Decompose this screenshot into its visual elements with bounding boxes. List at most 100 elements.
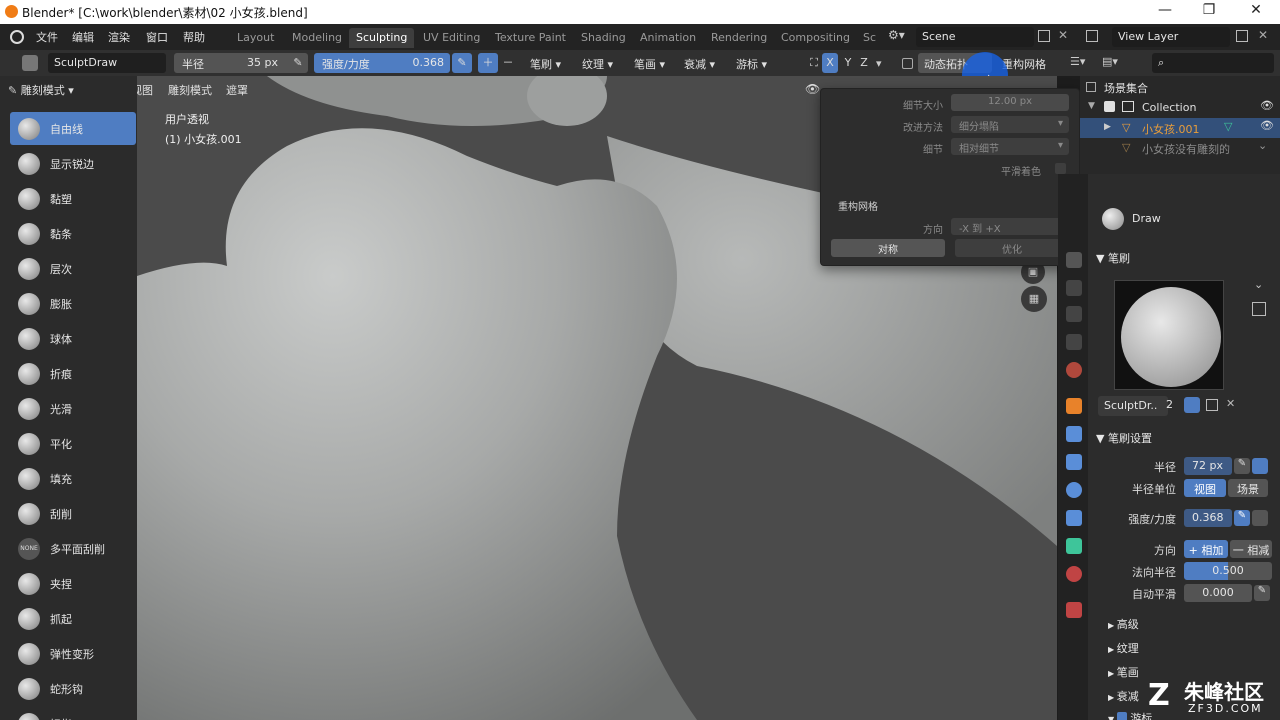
tool-smooth[interactable]: 光滑 xyxy=(10,392,136,425)
object-tab-icon[interactable] xyxy=(1066,398,1082,414)
menu-help[interactable]: 帮助 xyxy=(183,29,205,45)
axis-z-toggle[interactable]: Z xyxy=(856,53,872,73)
maximize-button[interactable]: ❐ xyxy=(1189,2,1229,18)
outliner-search-input[interactable]: ⌕ xyxy=(1152,53,1274,73)
tab-uv-editing[interactable]: UV Editing xyxy=(416,28,487,48)
texture-dropdown[interactable]: 纹理 ▾ xyxy=(576,53,619,73)
particles-tab-icon[interactable] xyxy=(1066,454,1082,470)
world-tab-icon[interactable] xyxy=(1066,362,1082,378)
radius-unit-view[interactable]: 视图 xyxy=(1184,479,1226,497)
cursor-dropdown[interactable]: 游标 ▾ xyxy=(730,53,773,73)
collection-row[interactable]: ▼ Collection 👁 xyxy=(1080,98,1280,118)
tab-rendering[interactable]: Rendering xyxy=(704,28,774,48)
tool-crease[interactable]: 折痕 xyxy=(10,357,136,390)
tab-compositing[interactable]: Compositing xyxy=(774,28,857,48)
auto-smooth-slider[interactable]: 0.000 xyxy=(1184,584,1252,602)
new-scene-icon[interactable] xyxy=(1038,30,1050,42)
tool-multiplane-scrape[interactable]: NONE 多平面刮削 xyxy=(10,532,136,565)
tab-scripting[interactable]: Sc xyxy=(856,28,883,48)
remove-scene-icon[interactable]: ✕ xyxy=(1058,28,1068,42)
tool-clay-strips[interactable]: 黏条 xyxy=(10,217,136,250)
material-tab-icon[interactable] xyxy=(1066,566,1082,582)
cursor-section[interactable]: ▼ 游标 xyxy=(1108,710,1152,720)
stroke-dropdown[interactable]: 笔画 ▾ xyxy=(628,53,671,73)
viewport-menu-sculpt[interactable]: 雕刻模式 xyxy=(168,82,212,98)
render-tab-icon[interactable] xyxy=(1066,280,1082,296)
view-layer-selector[interactable]: View Layer xyxy=(1112,27,1230,47)
outliner-item[interactable]: ▽ 小女孩没有雕刻的 ⌄ xyxy=(1080,138,1280,158)
output-tab-icon[interactable] xyxy=(1066,306,1082,322)
radius-pressure-icon[interactable]: ✎ xyxy=(288,53,308,73)
constraints-tab-icon[interactable] xyxy=(1066,510,1082,526)
object-visibility-icon[interactable]: 👁 xyxy=(1260,119,1274,132)
tool-draw[interactable]: 自由线 xyxy=(10,112,136,145)
new-view-layer-icon[interactable] xyxy=(1236,30,1248,42)
tab-texture-paint[interactable]: Texture Paint xyxy=(488,28,573,48)
viewport-menu-view[interactable]: 视图 xyxy=(137,82,153,98)
outliner-display-mode-icon[interactable]: ▤▾ xyxy=(1102,55,1118,68)
symmetry-icon[interactable]: ⛶ xyxy=(804,53,824,73)
optimize-button[interactable]: 优化 xyxy=(955,239,1069,257)
menu-render[interactable]: 渲染 xyxy=(108,29,130,45)
data-tab-icon[interactable] xyxy=(1066,538,1082,554)
menu-file[interactable]: 文件 xyxy=(36,29,58,45)
radius-pressure-icon[interactable]: ✎ xyxy=(1234,458,1250,474)
chevron-down-icon[interactable]: ⌄ xyxy=(1258,139,1267,152)
unlink-brush-icon[interactable]: ✕ xyxy=(1226,397,1235,410)
brush-settings-header[interactable]: ▼ 笔刷设置 xyxy=(1096,430,1152,446)
duplicate-brush-icon[interactable] xyxy=(1206,399,1218,411)
ortho-toggle-icon[interactable]: ▦ xyxy=(1021,286,1047,312)
advanced-section[interactable]: ▶ 高级 xyxy=(1108,616,1139,632)
expand-arrow-icon[interactable]: ▶ xyxy=(1104,122,1111,132)
strength-field[interactable]: 0.368 xyxy=(1184,509,1232,527)
strength-pressure-icon[interactable]: ✎ xyxy=(452,53,472,73)
outliner-item-active[interactable]: ▶ ▽ 小女孩.001 ▽ 👁 xyxy=(1080,118,1280,138)
normal-radius-slider[interactable]: 0.500 xyxy=(1184,562,1272,580)
blender-menu-icon[interactable] xyxy=(10,30,24,44)
menu-window[interactable]: 窗口 xyxy=(146,29,168,45)
dyntopo-checkbox[interactable] xyxy=(902,58,913,69)
radius-unified-icon[interactable] xyxy=(1252,458,1268,474)
physics-tab-icon[interactable] xyxy=(1066,482,1082,498)
collection-checkbox[interactable] xyxy=(1104,101,1115,112)
symmetrize-button[interactable]: 对称 xyxy=(831,239,945,257)
falloff-dropdown[interactable]: 衰减 ▾ xyxy=(678,53,721,73)
outliner-editor-type-icon[interactable]: ☰▾ xyxy=(1070,55,1085,68)
tool-snake-hook[interactable]: 蛇形钩 xyxy=(10,672,136,705)
refine-method-select[interactable]: 细分塌陷 ▾ xyxy=(951,116,1069,133)
close-button[interactable]: ✕ xyxy=(1236,2,1276,18)
tool-tab-icon[interactable] xyxy=(1066,252,1082,268)
tool-layer[interactable]: 层次 xyxy=(10,252,136,285)
subtract-direction-icon[interactable]: － xyxy=(498,53,518,73)
auto-smooth-pressure-icon[interactable]: ✎ xyxy=(1254,585,1270,601)
brush-icon[interactable] xyxy=(22,55,38,71)
preview-chevron-icon[interactable]: ⌄ xyxy=(1254,278,1263,291)
remove-view-layer-icon[interactable]: ✕ xyxy=(1258,28,1268,42)
detail-size-field[interactable]: 12.00 px xyxy=(951,94,1069,111)
view-layer-icon[interactable] xyxy=(1086,30,1098,42)
detailing-select[interactable]: 相对细节 ▾ xyxy=(951,138,1069,155)
direction-subtract[interactable]: 一 相减 xyxy=(1230,540,1272,558)
tool-pinch[interactable]: 夹捏 xyxy=(10,567,136,600)
texture-section[interactable]: ▶ 纹理 xyxy=(1108,640,1139,656)
tool-elastic-deform[interactable]: 弹性变形 xyxy=(10,637,136,670)
falloff-section[interactable]: ▶ 衰减 xyxy=(1108,688,1139,704)
tool-blob[interactable]: 球体 xyxy=(10,322,136,355)
tab-modeling[interactable]: Modeling xyxy=(285,28,349,48)
strength-slider[interactable]: 强度/力度 0.368 xyxy=(314,53,450,73)
tool-thumb[interactable]: 拇指 xyxy=(10,707,136,720)
brush-section-header[interactable]: ▼ 笔刷 xyxy=(1096,250,1130,266)
cursor-checkbox[interactable] xyxy=(1116,712,1127,720)
radius-unit-scene[interactable]: 场景 xyxy=(1228,479,1268,497)
tool-inflate[interactable]: 膨胀 xyxy=(10,287,136,320)
strength-unified-icon[interactable] xyxy=(1252,510,1268,526)
scene-selector[interactable]: Scene xyxy=(916,27,1034,47)
menu-edit[interactable]: 编辑 xyxy=(72,29,94,45)
scene-icon[interactable]: ⚙▾ xyxy=(888,28,914,46)
axis-y-toggle[interactable]: Y xyxy=(840,53,856,73)
tab-sculpting[interactable]: Sculpting xyxy=(349,28,415,48)
tool-flatten[interactable]: 平化 xyxy=(10,427,136,460)
minimize-button[interactable]: — xyxy=(1145,2,1185,18)
direction-select[interactable]: -X 到 +X▾ xyxy=(951,218,1069,235)
view-layer-tab-icon[interactable] xyxy=(1066,334,1082,350)
